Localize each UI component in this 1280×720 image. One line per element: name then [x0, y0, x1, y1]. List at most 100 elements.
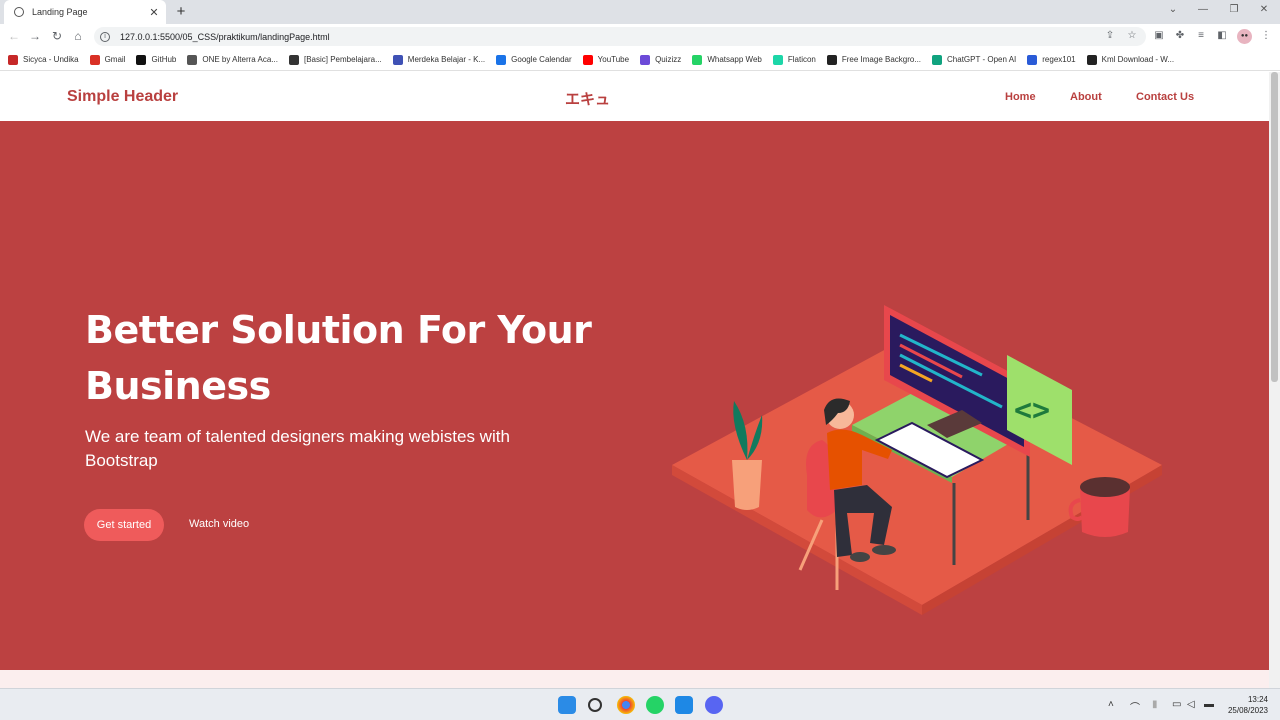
extension-icon[interactable]: ▣: [1153, 30, 1165, 42]
bookmark-item[interactable]: Sicyca - Undika: [8, 54, 79, 65]
whatsapp-icon[interactable]: [646, 696, 664, 714]
vscode-icon[interactable]: [675, 696, 693, 714]
bookmark-favicon-icon: [772, 54, 783, 65]
bookmark-favicon-icon: [582, 54, 593, 65]
tab-title: Landing Page: [32, 7, 88, 17]
volume-icon[interactable]: ◁: [1187, 699, 1195, 710]
address-text: 127.0.0.1:5500/05_CSS/praktikum/landingP…: [120, 31, 330, 42]
display-icon[interactable]: ▭: [1172, 699, 1181, 710]
bookmark-label: ChatGPT - Open AI: [947, 55, 1017, 64]
vertical-scrollbar[interactable]: [1269, 72, 1280, 688]
bookmark-star-icon[interactable]: ☆: [1126, 30, 1138, 42]
scrollbar-thumb[interactable]: [1271, 72, 1278, 382]
bookmark-favicon-icon: [89, 54, 100, 65]
browser-tab[interactable]: Landing Page ✕: [4, 0, 166, 24]
bookmark-item[interactable]: GitHub: [136, 54, 177, 65]
side-panel-icon[interactable]: ◧: [1216, 30, 1228, 42]
developer-illustration: <>: [672, 305, 1162, 615]
bookmark-label: [Basic] Pembelajara...: [303, 55, 382, 64]
bookmark-label: Sicyca - Undika: [23, 55, 79, 64]
chrome-icon[interactable]: [617, 696, 635, 714]
bookmark-item[interactable]: YouTube: [582, 54, 630, 65]
browser-toolbar: ← → ↻ ⌂ i 127.0.0.1:5500/05_CSS/praktiku…: [0, 24, 1280, 49]
nav-about-link[interactable]: About: [1070, 91, 1102, 103]
restore-button[interactable]: ❐: [1219, 0, 1249, 22]
center-logo: エキュ: [565, 90, 611, 108]
bookmark-label: ONE by Alterra Aca...: [202, 55, 278, 64]
bookmark-item[interactable]: ChatGPT - Open AI: [932, 54, 1017, 65]
hero-section: Better Solution For Your Business We are…: [0, 121, 1269, 670]
tab-close-button[interactable]: ✕: [148, 6, 160, 19]
back-button[interactable]: ←: [6, 28, 22, 44]
bookmark-item[interactable]: Free Image Backgro...: [826, 54, 922, 65]
forward-button[interactable]: →: [27, 28, 43, 44]
bookmark-item[interactable]: Flaticon: [772, 54, 816, 65]
tab-strip: Landing Page ✕ + ⌄ — ❐ ✕: [0, 0, 1280, 24]
code-brackets-icon: <>: [1014, 393, 1050, 428]
bookmark-label: Google Calendar: [511, 55, 572, 64]
microphone-icon[interactable]: ▮: [1152, 699, 1158, 710]
get-started-button[interactable]: Get started: [84, 509, 164, 541]
bookmark-favicon-icon: [826, 54, 837, 65]
person-shoe: [850, 552, 870, 562]
windows-start-icon[interactable]: [558, 696, 576, 714]
bookmark-item[interactable]: Whatsapp Web: [692, 54, 762, 65]
hero-subtitle: We are team of talented designers making…: [85, 427, 510, 470]
discord-icon[interactable]: [705, 696, 723, 714]
battery-icon[interactable]: ▬: [1204, 699, 1214, 710]
person-shoe: [872, 545, 896, 555]
new-tab-button[interactable]: +: [172, 2, 190, 22]
bookmark-favicon-icon: [8, 54, 18, 65]
bookmark-label: Quizizz: [655, 55, 682, 64]
plant-pot: [732, 460, 762, 510]
bookmark-favicon-icon: [496, 54, 507, 65]
profile-avatar[interactable]: ●●: [1237, 29, 1252, 44]
show-hidden-icons-chevron[interactable]: ˄: [1108, 699, 1114, 710]
minimize-button[interactable]: —: [1188, 0, 1218, 22]
bookmark-item[interactable]: Google Calendar: [496, 54, 572, 65]
site-header: Simple Header エキュ Home About Contact Us: [0, 72, 1269, 121]
globe-icon: [14, 7, 24, 17]
bookmark-item[interactable]: [Basic] Pembelajara...: [288, 54, 382, 65]
clock-date: 25/08/2023: [1227, 706, 1268, 715]
bookmark-label: Free Image Backgro...: [841, 55, 922, 64]
bookmark-label: YouTube: [597, 55, 630, 64]
bookmark-favicon-icon: [187, 54, 198, 65]
nav-home-link[interactable]: Home: [1005, 91, 1036, 103]
bookmark-favicon-icon: [392, 54, 403, 65]
search-icon[interactable]: [588, 698, 602, 712]
system-clock[interactable]: 13:24 25/08/2023: [1222, 694, 1268, 716]
puzzle-icon[interactable]: ✤: [1174, 30, 1186, 42]
bookmarks-bar: Sicyca - Undika Gmail GitHub ONE by Alterra…: [0, 49, 1280, 71]
bookmark-item[interactable]: ONE by Alterra Aca...: [187, 54, 278, 65]
watch-video-link[interactable]: Watch video: [189, 518, 249, 530]
bookmark-item[interactable]: Gmail: [89, 54, 126, 65]
bookmark-favicon-icon: [136, 54, 147, 65]
network-icon[interactable]: ⌒: [1130, 699, 1140, 714]
bookmark-label: GitHub: [151, 55, 177, 64]
close-window-button[interactable]: ✕: [1249, 0, 1279, 22]
web-page: Simple Header エキュ Home About Contact Us …: [0, 72, 1269, 688]
reading-list-icon[interactable]: ≡: [1195, 30, 1207, 42]
reload-button[interactable]: ↻: [49, 28, 65, 44]
site-brand[interactable]: Simple Header: [67, 88, 178, 106]
bookmark-favicon-icon: [932, 54, 943, 65]
hero-title: Better Solution For Your Business: [85, 308, 592, 408]
bookmark-item[interactable]: Kml Download - W...: [1086, 54, 1174, 65]
tab-search-button[interactable]: ⌄: [1158, 0, 1188, 22]
bookmark-favicon-icon: [1086, 54, 1097, 65]
address-bar[interactable]: i 127.0.0.1:5500/05_CSS/praktikum/landin…: [94, 27, 1146, 46]
nav-contact-link[interactable]: Contact Us: [1136, 91, 1194, 103]
menu-kebab-icon[interactable]: ⋮: [1260, 30, 1272, 42]
bookmark-item[interactable]: Merdeka Belajar - K...: [392, 54, 485, 65]
bookmark-label: Gmail: [104, 55, 126, 64]
bookmark-item[interactable]: Quizizz: [640, 54, 682, 65]
bookmark-favicon-icon: [288, 54, 299, 65]
home-button[interactable]: ⌂: [70, 28, 86, 44]
clock-time: 13:24: [1247, 695, 1268, 704]
site-info-icon[interactable]: i: [100, 31, 110, 42]
bookmark-item[interactable]: regex101: [1027, 54, 1076, 65]
share-icon[interactable]: ⇪: [1104, 30, 1116, 42]
bookmark-favicon-icon: [1027, 54, 1038, 65]
bookmark-favicon-icon: [640, 54, 651, 65]
